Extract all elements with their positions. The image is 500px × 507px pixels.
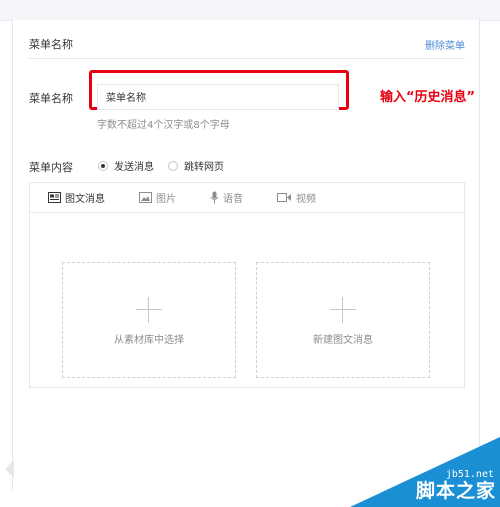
watermark: jb51.net 脚本之家 xyxy=(350,437,500,507)
create-news-card[interactable]: 新建图文消息 xyxy=(256,262,430,378)
annotation-text: 输入“历史消息” xyxy=(380,90,476,105)
content-editor: 图文消息 图片 语音 视频 从素材库中选择 新建图文消息 xyxy=(29,182,465,388)
tab-label: 图文消息 xyxy=(65,194,105,205)
delete-menu-link[interactable]: 删除菜单 xyxy=(425,37,465,52)
left-arrow-icon xyxy=(5,460,14,478)
menu-content-label: 菜单内容 xyxy=(29,161,73,174)
news-icon xyxy=(48,192,61,203)
card-label: 新建图文消息 xyxy=(313,335,373,346)
radio-jump-webpage[interactable]: 跳转网页 xyxy=(168,158,224,173)
menu-edit-panel: 菜单名称 删除菜单 菜单名称 菜单名称 字数不超过4个汉字或8个字母 输入“历史… xyxy=(12,20,480,490)
editor-tabs: 图文消息 图片 语音 视频 xyxy=(30,183,464,213)
card-label: 从素材库中选择 xyxy=(114,335,184,346)
select-from-library-card[interactable]: 从素材库中选择 xyxy=(62,262,236,378)
panel-title: 菜单名称 xyxy=(29,38,73,51)
image-icon xyxy=(139,192,152,203)
watermark-text: 脚本之家 xyxy=(415,480,496,502)
radio-label: 跳转网页 xyxy=(184,162,224,173)
menu-name-input[interactable]: 菜单名称 xyxy=(97,84,339,110)
radio-checked-icon xyxy=(98,160,108,171)
tab-news[interactable]: 图文消息 xyxy=(48,190,105,205)
tab-label: 图片 xyxy=(156,194,176,205)
tab-image[interactable]: 图片 xyxy=(139,190,176,205)
tab-video[interactable]: 视频 xyxy=(277,190,316,205)
content-type-radio-group: 发送消息 跳转网页 xyxy=(98,158,238,173)
tab-label: 语音 xyxy=(223,194,243,205)
plus-icon xyxy=(136,297,162,323)
video-icon xyxy=(277,193,291,202)
microphone-icon xyxy=(210,191,219,204)
radio-send-message[interactable]: 发送消息 xyxy=(98,158,154,173)
tab-voice[interactable]: 语音 xyxy=(210,190,243,205)
radio-unchecked-icon xyxy=(168,160,178,171)
plus-icon xyxy=(330,297,356,323)
tab-label: 视频 xyxy=(296,194,316,205)
divider xyxy=(29,58,465,59)
radio-label: 发送消息 xyxy=(114,162,154,173)
name-hint: 字数不超过4个汉字或8个字母 xyxy=(97,120,230,131)
top-bar xyxy=(0,0,500,21)
menu-name-label: 菜单名称 xyxy=(29,92,73,105)
